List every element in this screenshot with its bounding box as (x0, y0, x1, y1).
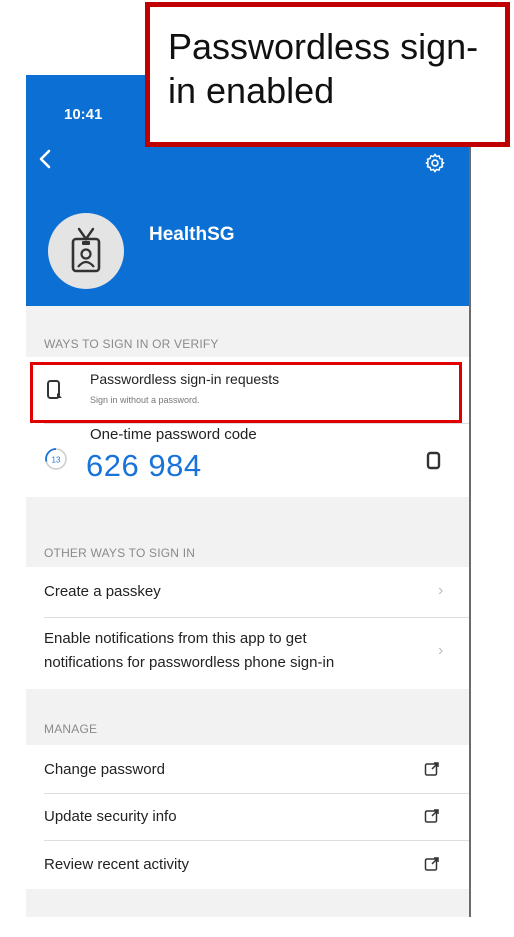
manage-panel: Change password Update security info Rev… (26, 745, 470, 889)
review-recent-activity-label: Review recent activity (44, 856, 190, 873)
enable-notifications-line1: Enable notifications from this app to ge… (44, 630, 307, 647)
change-password-row[interactable]: Change password (26, 745, 470, 793)
passwordless-highlight-box (30, 362, 462, 423)
external-link-icon (424, 809, 439, 823)
back-chevron-icon[interactable] (34, 147, 58, 171)
chevron-right-icon: › (438, 582, 444, 599)
change-password-label: Change password (44, 761, 165, 778)
otp-title: One-time password code (90, 426, 257, 443)
ways-section-label: WAYS TO SIGN IN OR VERIFY (44, 337, 219, 351)
callout-box: Passwordless sign-in enabled (145, 2, 510, 147)
enable-notifications-row[interactable]: Enable notifications from this app to ge… (26, 618, 470, 689)
create-passkey-row[interactable]: Create a passkey › (26, 567, 470, 617)
enable-notifications-line2: notifications for passwordless phone sig… (44, 654, 335, 671)
otp-code: 626 984 (86, 448, 202, 483)
avatar (48, 213, 124, 289)
review-recent-activity-row[interactable]: Review recent activity (26, 841, 470, 889)
chevron-right-icon: › (438, 642, 444, 659)
other-section-label: OTHER WAYS TO SIGN IN (44, 546, 196, 560)
update-security-info-label: Update security info (44, 808, 177, 825)
external-link-icon (424, 762, 439, 776)
status-time: 10:41 (64, 106, 103, 123)
gear-icon[interactable] (424, 152, 446, 174)
timer-icon: 13 (45, 448, 67, 470)
update-security-info-row[interactable]: Update security info (26, 794, 470, 840)
manage-section-label: MANAGE (44, 722, 98, 736)
copy-icon[interactable] (426, 451, 442, 471)
phone-edge (469, 75, 471, 917)
external-link-icon (424, 857, 439, 871)
badge-icon (71, 227, 101, 273)
phone-screen: 10:41 HealthSG WAYS TO SIGN IN OR VERIFY (26, 75, 470, 917)
otp-timer-text: 13 (52, 456, 61, 465)
other-panel: Create a passkey › Enable notifications … (26, 567, 470, 689)
otp-row[interactable]: 13 One-time password code 626 984 (26, 424, 470, 497)
create-passkey-label: Create a passkey (44, 583, 161, 600)
account-name: HealthSG (149, 224, 235, 245)
callout-text: Passwordless sign-in enabled (168, 26, 479, 111)
